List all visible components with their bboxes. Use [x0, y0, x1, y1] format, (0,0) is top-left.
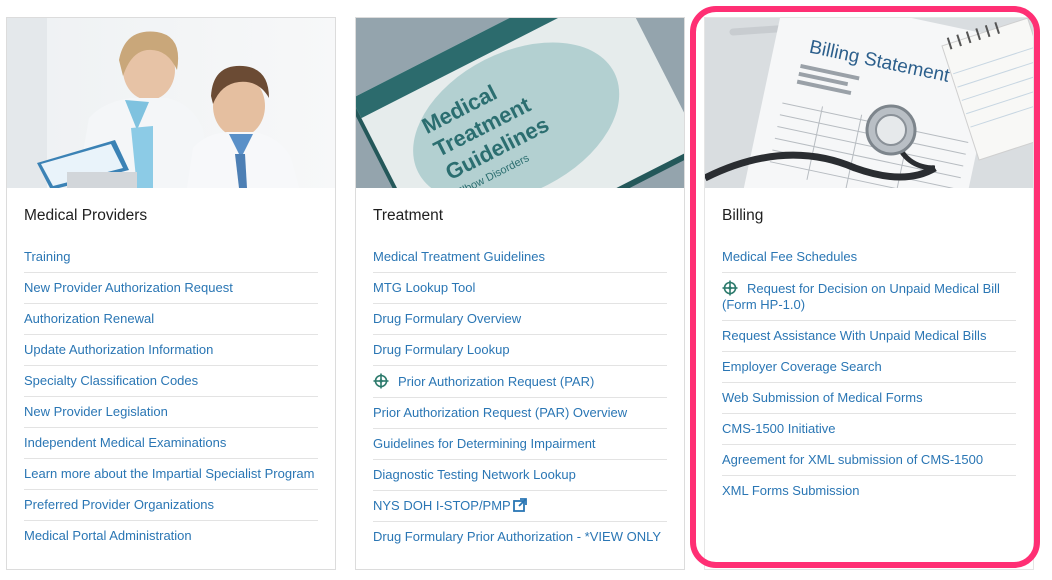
- link-list: Medical Treatment Guidelines MTG Lookup …: [373, 242, 667, 552]
- list-item: Medical Fee Schedules: [722, 242, 1016, 273]
- card-billing: Billing Statement Billing Medical Fee Sc…: [704, 17, 1034, 570]
- link-update-authorization-information[interactable]: Update Authorization Information: [24, 342, 213, 357]
- list-item: CMS-1500 Initiative: [722, 414, 1016, 445]
- link-xml-forms-submission[interactable]: XML Forms Submission: [722, 483, 860, 498]
- link-list: Training New Provider Authorization Requ…: [24, 242, 318, 551]
- list-item: Prior Authorization Request (PAR): [373, 366, 667, 398]
- link-list: Medical Fee Schedules Request for Decisi…: [722, 242, 1016, 506]
- link-mtg-lookup-tool[interactable]: MTG Lookup Tool: [373, 280, 475, 295]
- link-diagnostic-testing-network-lookup[interactable]: Diagnostic Testing Network Lookup: [373, 467, 576, 482]
- list-item: Web Submission of Medical Forms: [722, 383, 1016, 414]
- list-item: Drug Formulary Prior Authorization - *VI…: [373, 522, 667, 552]
- link-drug-formulary-lookup[interactable]: Drug Formulary Lookup: [373, 342, 510, 357]
- list-item: Guidelines for Determining Impairment: [373, 429, 667, 460]
- link-medical-fee-schedules[interactable]: Medical Fee Schedules: [722, 249, 857, 264]
- link-medical-treatment-guidelines[interactable]: Medical Treatment Guidelines: [373, 249, 545, 264]
- link-new-provider-legislation[interactable]: New Provider Legislation: [24, 404, 168, 419]
- link-label: Request for Decision on Unpaid Medical B…: [722, 281, 1000, 312]
- link-impartial-specialist-program[interactable]: Learn more about the Impartial Specialis…: [24, 466, 314, 481]
- link-nys-doh-istop-pmp[interactable]: NYS DOH I-STOP/PMP: [373, 498, 527, 513]
- link-par-overview[interactable]: Prior Authorization Request (PAR) Overvi…: [373, 405, 627, 420]
- crosshair-icon: [373, 373, 389, 389]
- list-item: Learn more about the Impartial Specialis…: [24, 459, 318, 490]
- link-cms-1500-initiative[interactable]: CMS-1500 Initiative: [722, 421, 835, 436]
- link-training[interactable]: Training: [24, 249, 70, 264]
- link-employer-coverage-search[interactable]: Employer Coverage Search: [722, 359, 882, 374]
- list-item: Drug Formulary Overview: [373, 304, 667, 335]
- list-item: NYS DOH I-STOP/PMP: [373, 491, 667, 522]
- card-treatment: Medical Treatment Guidelines Elbow Disor…: [355, 17, 685, 570]
- guidelines-book-photo: Medical Treatment Guidelines Elbow Disor…: [356, 18, 684, 188]
- doctors-photo: [7, 18, 335, 188]
- card-title: Billing: [722, 207, 764, 224]
- list-item: Employer Coverage Search: [722, 352, 1016, 383]
- card-title: Treatment: [373, 207, 444, 224]
- list-item: Authorization Renewal: [24, 304, 318, 335]
- list-item: Medical Treatment Guidelines: [373, 242, 667, 273]
- list-item: New Provider Authorization Request: [24, 273, 318, 304]
- list-item: Request for Decision on Unpaid Medical B…: [722, 273, 1016, 321]
- list-item: Request Assistance With Unpaid Medical B…: [722, 321, 1016, 352]
- link-independent-medical-examinations[interactable]: Independent Medical Examinations: [24, 435, 226, 450]
- list-item: Medical Portal Administration: [24, 521, 318, 551]
- link-guidelines-determining-impairment[interactable]: Guidelines for Determining Impairment: [373, 436, 596, 451]
- link-xml-agreement-cms-1500[interactable]: Agreement for XML submission of CMS-1500: [722, 452, 983, 467]
- link-drug-formulary-overview[interactable]: Drug Formulary Overview: [373, 311, 521, 326]
- link-specialty-classification-codes[interactable]: Specialty Classification Codes: [24, 373, 198, 388]
- link-drug-formulary-prior-authorization[interactable]: Drug Formulary Prior Authorization - *VI…: [373, 529, 661, 544]
- list-item: Prior Authorization Request (PAR) Overvi…: [373, 398, 667, 429]
- link-prior-authorization-request[interactable]: Prior Authorization Request (PAR): [373, 373, 595, 389]
- link-authorization-renewal[interactable]: Authorization Renewal: [24, 311, 154, 326]
- link-medical-portal-administration[interactable]: Medical Portal Administration: [24, 528, 192, 543]
- list-item: Training: [24, 242, 318, 273]
- list-item: MTG Lookup Tool: [373, 273, 667, 304]
- link-new-provider-authorization-request[interactable]: New Provider Authorization Request: [24, 280, 233, 295]
- list-item: New Provider Legislation: [24, 397, 318, 428]
- link-preferred-provider-organizations[interactable]: Preferred Provider Organizations: [24, 497, 214, 512]
- link-request-decision-unpaid-bill[interactable]: Request for Decision on Unpaid Medical B…: [722, 280, 1000, 312]
- link-request-assistance-unpaid-bills[interactable]: Request Assistance With Unpaid Medical B…: [722, 328, 986, 343]
- external-link-icon: [512, 498, 527, 512]
- list-item: Preferred Provider Organizations: [24, 490, 318, 521]
- card-title: Medical Providers: [24, 207, 148, 224]
- list-item: Drug Formulary Lookup: [373, 335, 667, 366]
- link-web-submission-medical-forms[interactable]: Web Submission of Medical Forms: [722, 390, 923, 405]
- link-label: NYS DOH I-STOP/PMP: [373, 498, 511, 513]
- link-label: Prior Authorization Request (PAR): [398, 374, 595, 389]
- list-item: Independent Medical Examinations: [24, 428, 318, 459]
- billing-statement-photo: Billing Statement: [705, 18, 1033, 188]
- card-medical-providers: Medical Providers Training New Provider …: [6, 17, 336, 570]
- list-item: Update Authorization Information: [24, 335, 318, 366]
- crosshair-icon: [722, 280, 738, 296]
- list-item: Specialty Classification Codes: [24, 366, 318, 397]
- list-item: Diagnostic Testing Network Lookup: [373, 460, 667, 491]
- list-item: Agreement for XML submission of CMS-1500: [722, 445, 1016, 476]
- list-item: XML Forms Submission: [722, 476, 1016, 506]
